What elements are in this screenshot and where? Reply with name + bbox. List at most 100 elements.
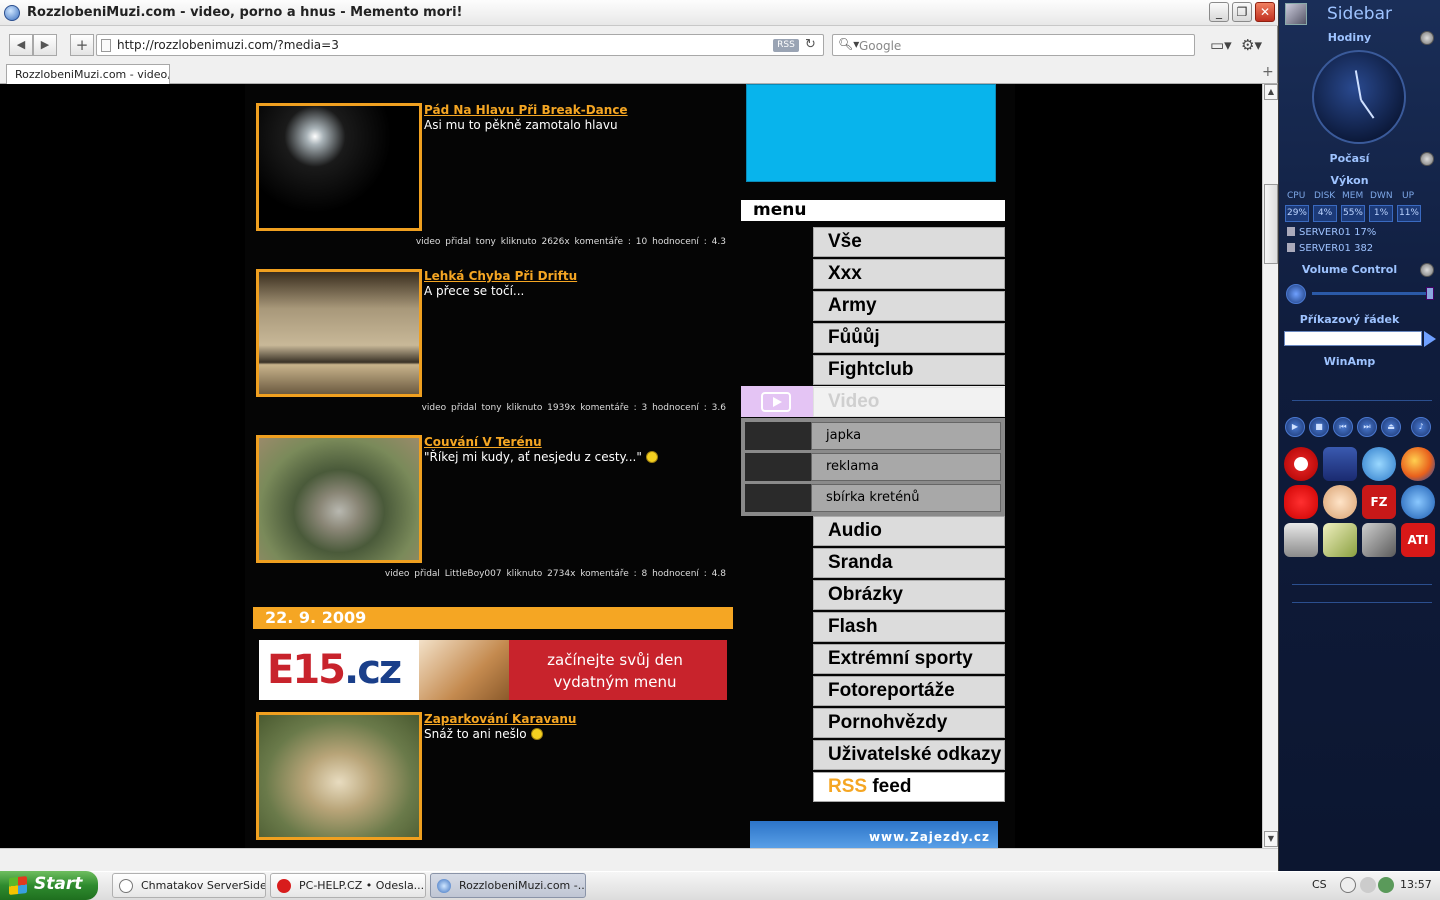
splat-icon[interactable]	[1284, 485, 1318, 519]
menu-item-pornohvezdy[interactable]: Pornohvězdy	[741, 707, 1005, 738]
date-heading: 22. 9. 2009	[253, 607, 733, 629]
scanner-icon[interactable]	[1284, 523, 1318, 557]
server-status-text: SERVER01 382	[1299, 243, 1374, 254]
firefox-icon[interactable]	[1401, 447, 1435, 481]
zajezdy-banner[interactable]: www.Zajezdy.cz	[750, 821, 998, 848]
server-status: SERVER01 382	[1287, 243, 1373, 254]
menu-item-audio[interactable]: Audio	[741, 515, 1005, 546]
speaker-icon[interactable]	[1286, 284, 1306, 304]
folder-icon[interactable]	[1323, 523, 1357, 557]
winamp-heading: WinAmp	[1323, 355, 1376, 368]
search-placeholder: Google	[859, 39, 902, 53]
menu-item-extremni-sporty[interactable]: Extrémní sporty	[741, 643, 1005, 674]
volume-settings-icon[interactable]	[1420, 263, 1434, 277]
safari-icon[interactable]	[1401, 485, 1435, 519]
menu-item-xxx[interactable]: Xxx	[741, 258, 1005, 289]
weather-settings-icon[interactable]	[1420, 152, 1434, 166]
network-icon[interactable]	[1362, 447, 1396, 481]
command-run-icon[interactable]	[1424, 331, 1436, 347]
new-tab-button[interactable]: +	[70, 34, 94, 56]
filezilla-icon[interactable]: FZ	[1362, 485, 1396, 519]
perf-value: 4%	[1313, 205, 1337, 222]
opera-icon[interactable]	[1284, 447, 1318, 481]
tray-icon[interactable]	[1360, 877, 1376, 893]
performance-heading: Výkon	[1330, 174, 1369, 187]
page-menu-icon[interactable]: ▭▾	[1210, 36, 1232, 54]
menu-item-flash[interactable]: Flash	[741, 611, 1005, 642]
start-button[interactable]: Start	[0, 871, 98, 900]
video-thumbnail[interactable]	[256, 712, 422, 840]
menu-item-sranda[interactable]: Sranda	[741, 547, 1005, 578]
perf-value: 29%	[1285, 205, 1309, 222]
ad-banner[interactable]: E15.cz začínejte svůj den vydatným menu	[259, 640, 727, 700]
menu-item-uzivatelske-odkazy[interactable]: Uživatelské odkazy	[741, 739, 1005, 770]
video-thumbnail[interactable]	[256, 435, 422, 563]
vertical-scrollbar[interactable]: ▲ ▼	[1262, 84, 1278, 848]
ad-placeholder[interactable]	[746, 84, 996, 182]
reload-icon[interactable]: ↻	[805, 37, 816, 52]
video-title-link[interactable]: Lehká Chyba Při Driftu	[424, 269, 577, 283]
video-title-link[interactable]: Zaparkování Karavanu	[424, 712, 576, 726]
title-bar[interactable]: RozzlobeniMuzi.com - video, porno a hnus…	[0, 0, 1278, 26]
ati-icon[interactable]: ATI	[1401, 523, 1435, 557]
submenu-item-label: sbírka kreténů	[811, 484, 1001, 512]
perf-value: 11%	[1397, 205, 1421, 222]
video-description: Asi mu to pěkně zamotalo hlavu	[424, 118, 618, 132]
winamp-volume-icon[interactable]: ♪	[1411, 417, 1431, 437]
forward-button[interactable]: ▶	[33, 34, 57, 56]
menu-item-fuuuj[interactable]: Fůůůj	[741, 322, 1005, 353]
volume-slider-handle[interactable]	[1426, 287, 1434, 300]
submenu-item-japka[interactable]: japka	[745, 422, 1001, 450]
face-icon[interactable]	[1323, 485, 1357, 519]
taskbar-button[interactable]: PC-HELP.CZ • Odesla...	[270, 873, 426, 898]
language-indicator[interactable]: CS	[1312, 873, 1327, 896]
video-thumbnail[interactable]	[256, 269, 422, 397]
address-bar[interactable]: http://rozzlobenimuzi.com/?media=3 RSS ↻	[96, 34, 824, 56]
taskbar-button[interactable]: RozzlobeniMuzi.com -...	[430, 873, 586, 898]
command-input[interactable]	[1284, 331, 1422, 346]
video-title-link[interactable]: Couvání V Terénu	[424, 435, 542, 449]
scroll-up-button[interactable]: ▲	[1264, 84, 1278, 100]
maximize-button[interactable]: ❐	[1232, 2, 1252, 22]
menu-item-rss-feed[interactable]: RSS feed	[741, 771, 1005, 802]
taskbar-button[interactable]: Chmatakov ServerSide	[112, 873, 266, 898]
menu-item-label: Xxx	[813, 259, 1005, 289]
stop-icon[interactable]: ■	[1309, 417, 1329, 437]
banner-image	[419, 640, 509, 700]
video-title-link[interactable]: Pád Na Hlavu Při Break-Dance	[424, 103, 628, 117]
windows-flag-icon	[9, 876, 27, 895]
network-tray-icon[interactable]	[1378, 877, 1394, 893]
volume-slider[interactable]	[1312, 292, 1434, 295]
play-icon[interactable]: ▶	[1285, 417, 1305, 437]
gear-icon[interactable]: ⚙▾	[1241, 36, 1262, 54]
scroll-thumb[interactable]	[1264, 184, 1278, 264]
next-icon[interactable]: ⏭	[1357, 417, 1377, 437]
clock-face	[1312, 50, 1406, 144]
back-button[interactable]: ◀	[9, 34, 33, 56]
tab-active[interactable]: RozzlobeniMuzi.com - video,...	[6, 64, 170, 85]
menu-item-army[interactable]: Army	[741, 290, 1005, 321]
menu-item-vse[interactable]: Vše	[741, 226, 1005, 257]
chip-icon[interactable]	[1362, 523, 1396, 557]
tray-expand-icon[interactable]	[1340, 877, 1356, 893]
minimize-button[interactable]: _	[1209, 2, 1229, 22]
add-tab-icon[interactable]: +	[1262, 64, 1274, 80]
floppy-icon[interactable]	[1323, 447, 1357, 481]
eject-icon[interactable]: ⏏	[1381, 417, 1401, 437]
menu-item-obrazky[interactable]: Obrázky	[741, 579, 1005, 610]
rss-icon[interactable]: RSS	[773, 39, 799, 52]
browser-window: RozzlobeniMuzi.com - video, porno a hnus…	[0, 0, 1278, 871]
clock-settings-icon[interactable]	[1420, 31, 1434, 45]
server-status: SERVER01 17%	[1287, 227, 1376, 238]
video-thumbnail[interactable]	[256, 103, 422, 231]
video-meta: video přidal tony kliknuto 1939x komentá…	[421, 403, 726, 413]
submenu-item-reklama[interactable]: reklama	[745, 453, 1001, 481]
menu-item-fightclub[interactable]: Fightclub	[741, 354, 1005, 385]
scroll-down-button[interactable]: ▼	[1264, 831, 1278, 847]
menu-item-fotoreportaze[interactable]: Fotoreportáže	[741, 675, 1005, 706]
menu-item-video[interactable]: Video	[741, 386, 1005, 417]
close-button[interactable]: ✕	[1255, 2, 1275, 22]
previous-icon[interactable]: ⏮	[1333, 417, 1353, 437]
search-input[interactable]: 🔍︎▾ Google	[832, 34, 1195, 56]
submenu-item-sbirka[interactable]: sbírka kreténů	[745, 484, 1001, 512]
